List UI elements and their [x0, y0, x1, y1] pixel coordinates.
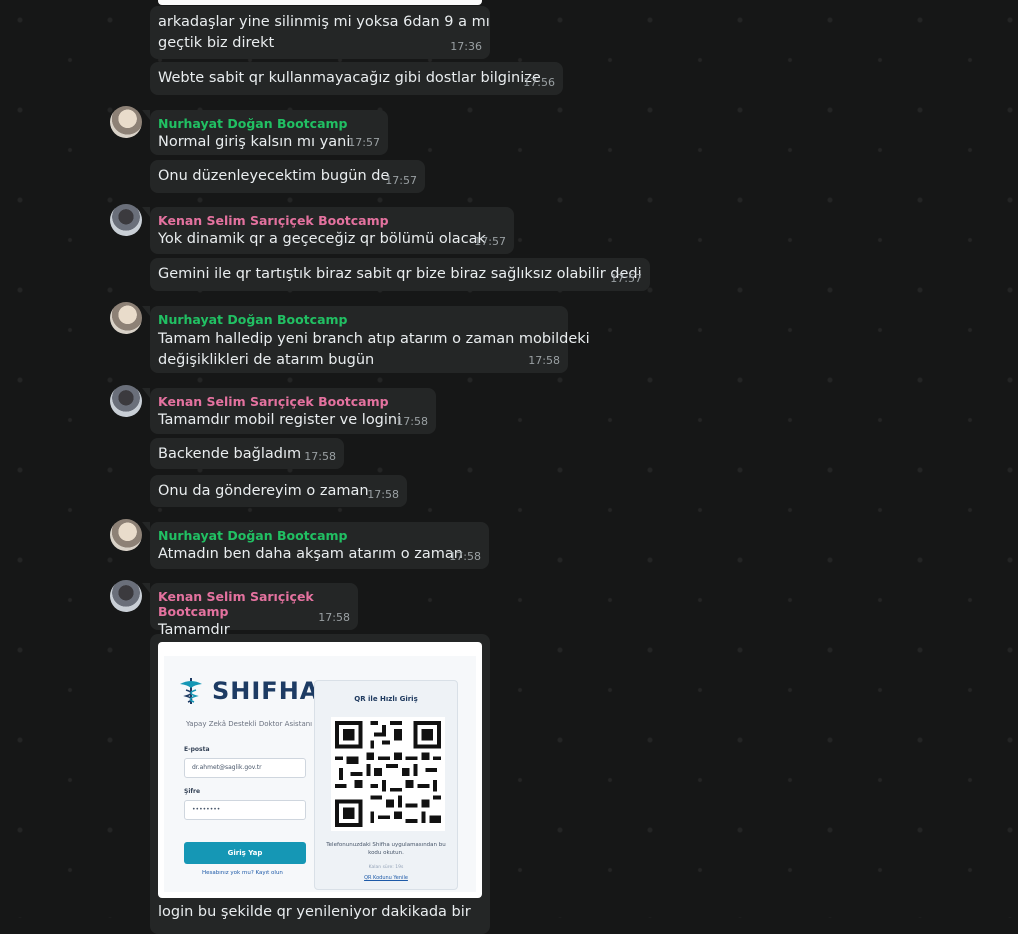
qr-login-panel: QR ile Hızlı Giriş Telefonunuzdaki Shifh… — [314, 680, 458, 890]
shifha-logo: SHIFHA — [176, 676, 319, 706]
email-label: E-posta — [184, 746, 210, 753]
message-time: 17:58 — [528, 354, 560, 367]
login-button: Giriş Yap — [184, 842, 306, 864]
message-bubble[interactable]: Kenan Selim Sarıçiçek Bootcamp Tamamdır … — [142, 583, 358, 638]
message-bubble[interactable]: Gemini ile qr tartıştık biraz sabit qr b… — [150, 258, 650, 291]
login-subtitle: Yapay Zekâ Destekli Doktor Asistanı — [186, 720, 313, 728]
message-text: Onu düzenleyecektim bugün de — [158, 168, 390, 184]
login-page-preview: SHIFHA Yapay Zekâ Destekli Doktor Asista… — [164, 656, 476, 892]
avatar-kenan[interactable] — [110, 580, 142, 612]
message-text: Yok dinamik qr a geçeceğiz qr bölümü ola… — [158, 231, 486, 247]
avatar-kenan[interactable] — [110, 204, 142, 236]
avatar-nurhayat[interactable] — [110, 519, 142, 551]
caduceus-icon — [180, 678, 202, 704]
message-text: Tamamdır mobil register ve logini — [158, 412, 402, 428]
message-time: 17:58 — [367, 488, 399, 501]
message-time: 17:58 — [396, 415, 428, 428]
sender-name[interactable]: Kenan Selim Sarıçiçek Bootcamp — [158, 213, 506, 228]
message-bubble[interactable]: Nurhayat Doğan Bootcamp Tamam halledip y… — [142, 306, 590, 373]
message-bubble[interactable]: Onu düzenleyecektim bugün de 17:57 — [150, 160, 425, 193]
sender-name[interactable]: Nurhayat Doğan Bootcamp — [158, 528, 481, 543]
message-time: 17:57 — [610, 272, 642, 285]
message-bubble[interactable]: Backende bağladım 17:58 — [150, 438, 344, 469]
qr-code — [331, 717, 445, 831]
message-time: 17:58 — [318, 611, 350, 624]
message-time: 17:56 — [523, 76, 555, 89]
message-bubble[interactable]: Webte sabit qr kullanmayacağız gibi dost… — [150, 62, 563, 95]
sender-name[interactable]: Nurhayat Doğan Bootcamp — [158, 312, 560, 327]
password-label: Şifre — [184, 788, 201, 795]
qr-caption: Telefonunuzdaki Shifha uygulamasından bu… — [326, 842, 446, 856]
message-bubble[interactable]: Kenan Selim Sarıçiçek Bootcamp Tamamdır … — [142, 388, 436, 434]
sender-name[interactable]: Nurhayat Doğan Bootcamp — [158, 116, 380, 131]
message-time: 17:57 — [474, 235, 506, 248]
qr-title: QR ile Hızlı Giriş — [354, 695, 418, 703]
qr-refresh-link: QR Kodunu Yenile — [364, 875, 408, 881]
message-text: Gemini ile qr tartıştık biraz sabit qr b… — [158, 266, 642, 282]
shared-screenshot-image[interactable]: SHIFHA Yapay Zekâ Destekli Doktor Asista… — [158, 642, 482, 898]
qr-code-icon — [331, 717, 445, 831]
qr-remaining-time: Kalan süre: 19s — [368, 865, 404, 870]
message-time: 17:58 — [304, 450, 336, 463]
message-text: geçtik biz direkt — [158, 35, 275, 51]
message-time: 17:57 — [348, 136, 380, 149]
message-text: Onu da göndereyim o zaman — [158, 483, 369, 499]
message-text: Normal giriş kalsın mı yani — [158, 134, 351, 150]
message-bubble[interactable]: Onu da göndereyim o zaman 17:58 — [150, 475, 407, 507]
message-bubble[interactable]: Nurhayat Doğan Bootcamp Normal giriş kal… — [142, 110, 388, 155]
logo-text: SHIFHA — [212, 677, 320, 705]
message-time: 17:36 — [450, 40, 482, 53]
message-bubble[interactable]: Nurhayat Doğan Bootcamp Atmadın ben daha… — [142, 522, 489, 569]
password-field: •••••••• — [184, 800, 306, 820]
avatar-kenan[interactable] — [110, 385, 142, 417]
register-link: Hesabınız yok mu? Kayıt olun — [202, 870, 283, 876]
message-time: 17:58 — [449, 550, 481, 563]
sender-name[interactable]: Kenan Selim Sarıçiçek Bootcamp — [158, 394, 428, 409]
message-text: Atmadın ben daha akşam atarım o zaman — [158, 546, 463, 562]
avatar-nurhayat[interactable] — [110, 302, 142, 334]
message-time: 17:57 — [385, 174, 417, 187]
image-caption-text: login bu şekilde qr yenileniyor dakikada… — [158, 904, 471, 920]
message-bubble[interactable]: Kenan Selim Sarıçiçek Bootcamp Yok dinam… — [142, 207, 514, 254]
message-text: değişiklikleri de atarım bugün — [158, 352, 375, 368]
avatar-nurhayat[interactable] — [110, 106, 142, 138]
message-text: Webte sabit qr kullanmayacağız gibi dost… — [158, 70, 541, 86]
previous-image-preview[interactable] — [158, 0, 482, 5]
email-field: dr.ahmet@saglik.gov.tr — [184, 758, 306, 778]
message-bubble[interactable]: arkadaşlar yine silinmiş mi yoksa 6dan 9… — [150, 6, 490, 59]
message-text: Tamam halledip yeni branch atıp atarım o… — [158, 331, 590, 347]
message-text: arkadaşlar yine silinmiş mi yoksa 6dan 9… — [158, 14, 490, 30]
